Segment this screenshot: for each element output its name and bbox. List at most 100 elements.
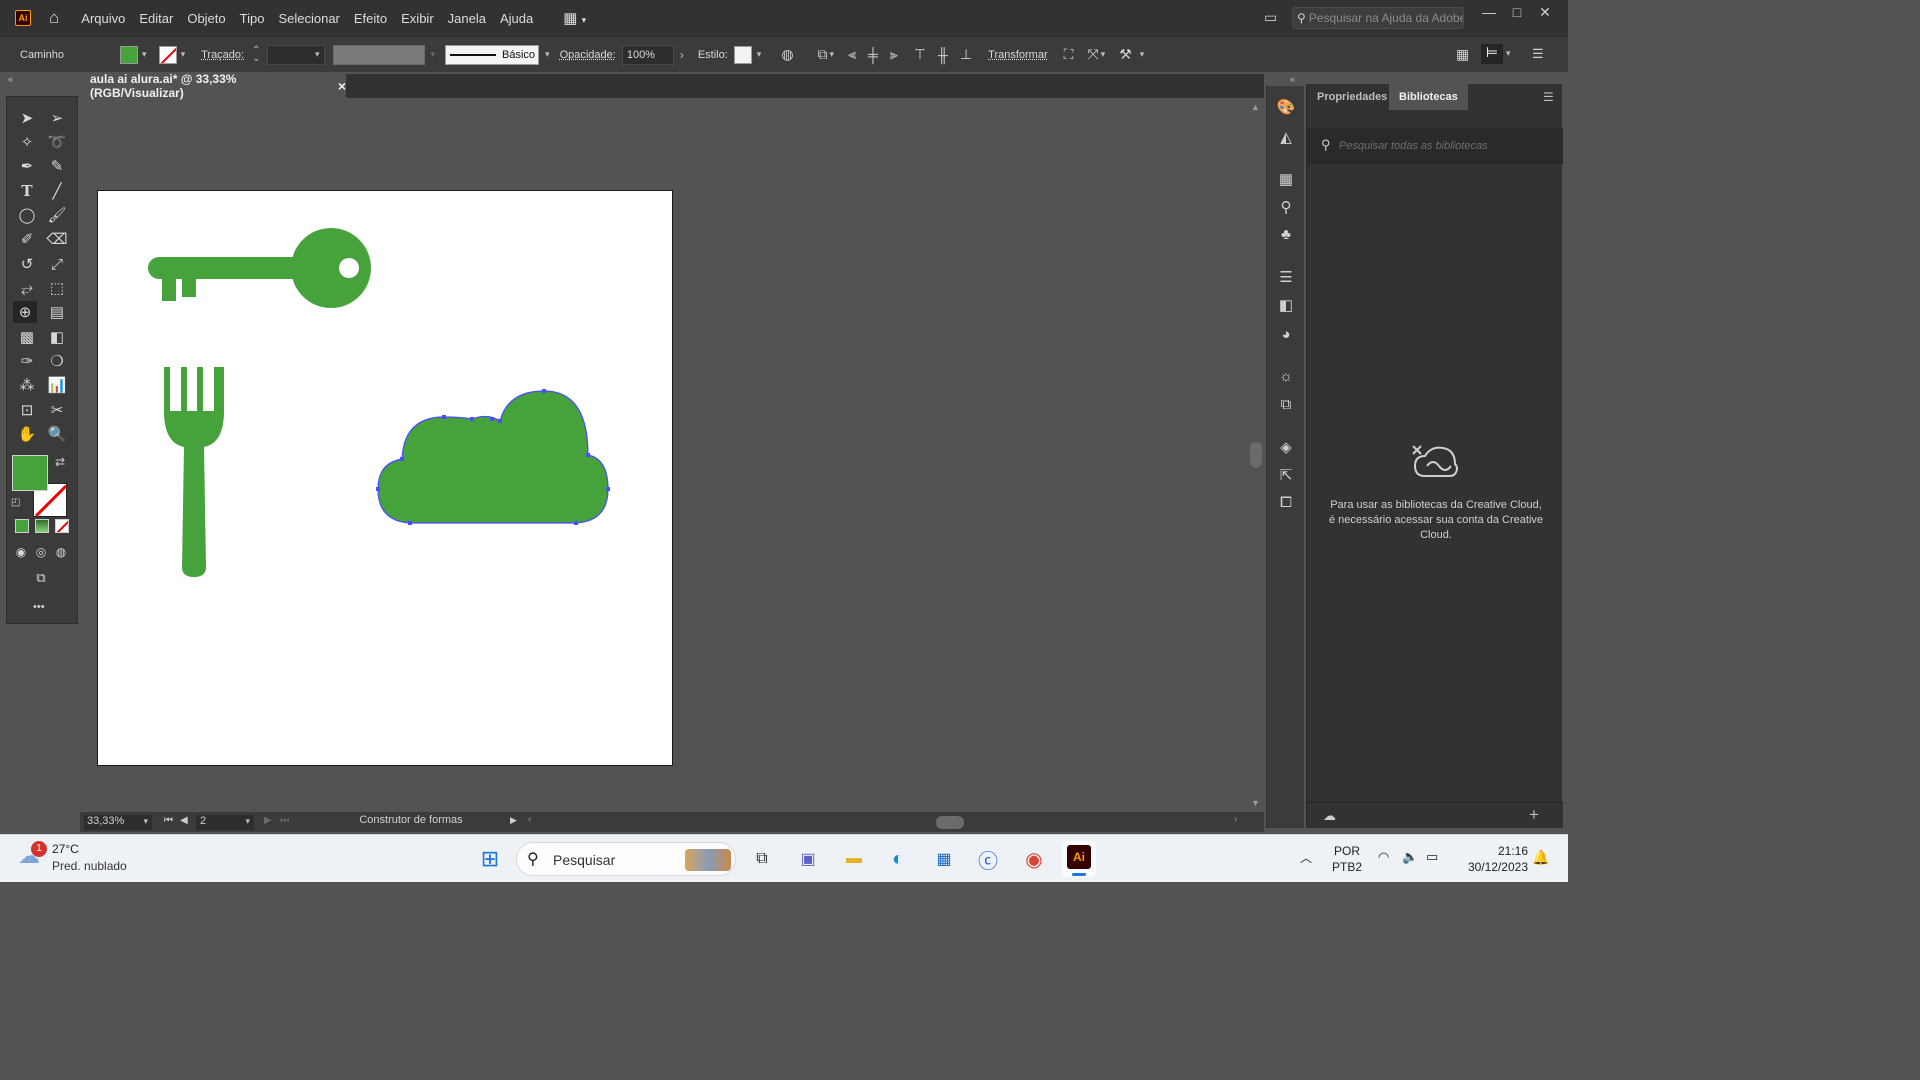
vertical-scroll-thumb[interactable] <box>1250 442 1262 468</box>
anchor-point[interactable] <box>498 419 502 423</box>
align-top-icon[interactable]: ⊤ <box>914 46 926 63</box>
opacity-arrow-icon[interactable]: › <box>680 48 684 62</box>
stroke-swatch[interactable] <box>158 45 177 64</box>
curvature-tool-icon[interactable]: ✎ <box>45 155 69 177</box>
transform-link[interactable]: Transformar <box>988 49 1048 61</box>
vertical-scrollbar[interactable]: ▲ ▼ <box>1248 98 1264 812</box>
free-transform-tool-icon[interactable]: ⬚ <box>45 277 69 299</box>
panel-layout-icon[interactable]: ▦ <box>1456 46 1469 63</box>
tab-properties[interactable]: Propriedades <box>1307 84 1397 110</box>
menu-efeito[interactable]: Efeito <box>354 11 387 26</box>
layers-panel-icon[interactable]: ◈ <box>1276 438 1296 458</box>
direct-selection-tool-icon[interactable]: ➢ <box>45 107 69 129</box>
weather-description[interactable]: Pred. nublado <box>52 859 127 873</box>
battery-icon[interactable]: ▭ <box>1426 849 1438 865</box>
anchor-point[interactable] <box>400 457 404 461</box>
eraser-tool-icon[interactable]: ⌫ <box>45 228 69 250</box>
artboards-panel-icon[interactable]: ⧠ <box>1276 494 1296 514</box>
stroke-weight-field[interactable]: ▾ <box>266 44 325 65</box>
taskbar-search-box[interactable]: ⚲ Pesquisar <box>516 842 736 876</box>
app-c-icon[interactable]: ⓒ <box>974 845 1002 873</box>
help-search-input[interactable]: ⚲ Pesquisar na Ajuda da Adobe <box>1292 7 1464 29</box>
home-icon[interactable]: ⌂ <box>49 8 59 28</box>
menu-arquivo[interactable]: Arquivo <box>81 11 125 26</box>
previous-artboard-icon[interactable]: ◀ <box>180 815 188 826</box>
menu-objeto[interactable]: Objeto <box>187 11 225 26</box>
stroke-dropdown-icon[interactable]: ▾ <box>181 49 186 60</box>
zoom-field[interactable]: 33,33% ▾ <box>84 815 152 830</box>
magic-wand-tool-icon[interactable]: ✧ <box>15 131 39 153</box>
symbols-panel-icon[interactable]: ♣ <box>1276 226 1296 246</box>
microsoft-store-icon[interactable]: ▦ <box>930 845 958 873</box>
align-to-dropdown-icon[interactable]: ▾ <box>830 49 835 60</box>
maximize-button[interactable]: □ <box>1504 4 1530 26</box>
properties-toggle-icon[interactable]: ⊨ <box>1481 44 1503 64</box>
anchor-point[interactable] <box>586 453 590 457</box>
artboard[interactable] <box>97 190 673 766</box>
document-tab[interactable]: aula ai alura.ai* @ 33,33% (RGB/Visualiz… <box>80 72 346 100</box>
panel-menu-icon[interactable]: ☰ <box>1543 90 1554 104</box>
tab-libraries[interactable]: Bibliotecas <box>1389 84 1468 110</box>
arrange-documents-icon[interactable]: ▭ <box>1264 9 1277 26</box>
swap-fill-stroke-icon[interactable]: ⇄ <box>55 455 65 469</box>
quick-actions-icon[interactable]: ⚒ <box>1119 46 1132 63</box>
lasso-tool-icon[interactable]: ➰ <box>45 131 69 153</box>
line-segment-tool-icon[interactable]: ╱ <box>45 180 69 202</box>
shaper-tool-icon[interactable]: ✐ <box>15 228 39 250</box>
align-bottom-icon[interactable]: ⊥ <box>960 46 972 63</box>
none-mode-button[interactable] <box>55 519 69 533</box>
wifi-icon[interactable]: ◠ <box>1378 849 1389 865</box>
stroke-label[interactable]: Traçado: <box>201 49 244 61</box>
stroke-panel-icon[interactable]: ☰ <box>1276 268 1296 288</box>
brushes-panel-icon[interactable]: ⚲ <box>1276 198 1296 218</box>
teams-chat-icon[interactable]: ▣ <box>794 845 822 873</box>
puppet-dropdown-icon[interactable]: ▾ <box>1101 49 1106 60</box>
menu-tipo[interactable]: Tipo <box>240 11 265 26</box>
type-tool-icon[interactable]: T <box>15 180 39 202</box>
stroke-weight-stepper[interactable]: ⌃ ⌄ <box>252 45 260 63</box>
fill-dropdown-icon[interactable]: ▾ <box>142 49 147 60</box>
notification-bell-icon[interactable]: 🔔 <box>1532 849 1549 866</box>
chrome-browser-icon[interactable]: ◉ <box>1020 845 1048 873</box>
scroll-left-icon[interactable]: ‹ <box>528 814 531 825</box>
anchor-point[interactable] <box>490 417 494 421</box>
cloud-sync-icon[interactable]: ☁ <box>1323 808 1336 824</box>
control-bar-menu-icon[interactable]: ☰ <box>1532 46 1544 62</box>
close-document-icon[interactable]: × <box>338 78 346 94</box>
start-button-icon[interactable]: ⊞ <box>476 845 504 873</box>
menu-janela[interactable]: Janela <box>448 11 486 26</box>
default-fill-stroke-icon[interactable]: ◰ <box>11 497 20 508</box>
eyedropper-tool-icon[interactable]: ✑ <box>15 350 39 372</box>
quick-actions-dropdown-icon[interactable]: ▾ <box>1140 49 1145 60</box>
weather-temperature[interactable]: 27°C <box>52 842 79 856</box>
cloud-shape[interactable] <box>377 390 609 524</box>
show-hidden-icons-icon[interactable]: ︿ <box>1300 849 1312 866</box>
selection-tool-icon[interactable]: ➤ <box>15 107 39 129</box>
transparency-panel-icon[interactable]: ◕ <box>1276 326 1296 346</box>
align-middle-icon[interactable]: ╫ <box>938 47 948 63</box>
zoom-tool-icon[interactable]: 🔍 <box>45 423 69 445</box>
column-graph-tool-icon[interactable]: 📊 <box>45 374 69 396</box>
close-button[interactable]: ✕ <box>1532 4 1558 26</box>
style-swatch[interactable] <box>733 45 752 64</box>
brush-dropdown-icon[interactable]: ▾ <box>545 49 550 60</box>
minimize-button[interactable]: — <box>1476 4 1502 26</box>
scroll-up-icon[interactable]: ▲ <box>1251 102 1260 112</box>
edge-browser-icon[interactable]: ◐ <box>884 845 912 873</box>
anchor-point[interactable] <box>376 487 380 491</box>
screen-mode-icon[interactable]: ⧉ <box>29 567 53 589</box>
color-guide-icon[interactable]: ◭ <box>1276 128 1296 148</box>
symbol-sprayer-tool-icon[interactable]: ⁂ <box>15 374 39 396</box>
isolate-group-icon[interactable]: ⛶ <box>1064 46 1074 63</box>
anchor-point[interactable] <box>470 417 474 421</box>
file-explorer-icon[interactable]: ▬ <box>840 845 868 873</box>
variable-width-profile[interactable] <box>332 44 425 65</box>
library-search-input[interactable]: ⚲ Pesquisar todas as bibliotecas <box>1307 128 1563 164</box>
paintbrush-tool-icon[interactable]: 🖌 <box>45 204 69 226</box>
edit-toolbar-icon[interactable]: ••• <box>33 601 45 613</box>
illustrator-taskbar-button[interactable]: Ai <box>1062 841 1096 877</box>
fork-shape[interactable] <box>164 367 224 577</box>
first-artboard-icon[interactable]: ⏮ <box>164 815 173 826</box>
gradient-panel-icon[interactable]: ◧ <box>1276 296 1296 316</box>
align-center-icon[interactable]: ╪ <box>868 47 878 63</box>
